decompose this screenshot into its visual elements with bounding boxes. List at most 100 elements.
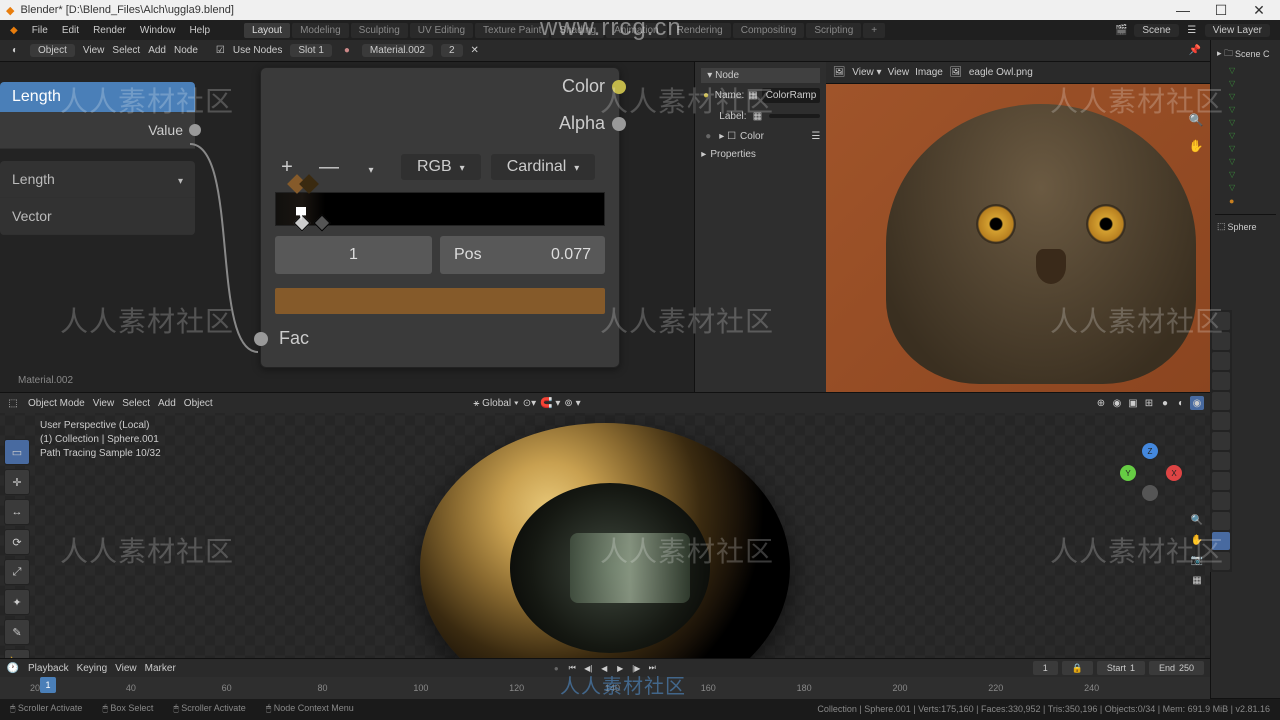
vp-object[interactable]: Object bbox=[184, 398, 213, 409]
menu-render[interactable]: Render bbox=[93, 25, 126, 36]
vp-select[interactable]: Select bbox=[122, 398, 150, 409]
prop-world-tab[interactable] bbox=[1212, 392, 1230, 410]
transform-tool[interactable]: ✦ bbox=[4, 589, 30, 615]
ne-node[interactable]: Node bbox=[174, 45, 198, 56]
prop-physics-tab[interactable] bbox=[1212, 472, 1230, 490]
keyframe-prev-icon[interactable]: ◀︎| bbox=[581, 661, 595, 675]
tab-rendering[interactable]: Rendering bbox=[669, 23, 731, 38]
ne-add[interactable]: Add bbox=[148, 45, 166, 56]
vp-view[interactable]: View bbox=[93, 398, 115, 409]
tab-modeling[interactable]: Modeling bbox=[292, 23, 349, 38]
node-name-field[interactable]: ColorRamp bbox=[762, 88, 821, 103]
play-icon[interactable]: ▶ bbox=[613, 661, 627, 675]
tl-playback[interactable]: Playback bbox=[28, 663, 69, 674]
prop-output-tab[interactable] bbox=[1212, 332, 1230, 350]
pan-viewport-icon[interactable]: ✋ bbox=[1190, 533, 1204, 547]
tl-marker[interactable]: Marker bbox=[145, 663, 176, 674]
overlay-toggle-icon[interactable]: ◉ bbox=[1110, 396, 1124, 410]
node-properties-row[interactable]: ▸ Properties bbox=[701, 146, 820, 163]
slot-select[interactable]: Slot 1 bbox=[290, 44, 332, 57]
length-node-header[interactable]: Length bbox=[0, 82, 195, 112]
shading-wire-icon[interactable]: ⊞ bbox=[1142, 396, 1156, 410]
length-node[interactable]: Length Value Length Vector bbox=[0, 82, 195, 235]
list-icon[interactable]: ☰ bbox=[811, 131, 820, 142]
minimize-button[interactable]: — bbox=[1168, 2, 1198, 18]
navigation-gizmo[interactable]: X Y Z bbox=[1120, 443, 1180, 503]
scene-field[interactable]: Scene bbox=[1134, 24, 1178, 37]
prop-object-tab[interactable] bbox=[1212, 412, 1230, 430]
color-ramp-node[interactable]: Color Alpha + — RGB Cardinal bbox=[260, 67, 620, 368]
ie-view[interactable]: View bbox=[888, 67, 910, 78]
jump-start-icon[interactable]: ⏮ bbox=[565, 661, 579, 675]
zoom-viewport-icon[interactable]: 🔍 bbox=[1190, 513, 1204, 527]
tab-animation[interactable]: Animation bbox=[606, 23, 666, 38]
cursor-tool[interactable]: ✛ bbox=[4, 469, 30, 495]
gizmo-toggle-icon[interactable]: ⊕ bbox=[1094, 396, 1108, 410]
camera-view-icon[interactable]: 📷 bbox=[1190, 553, 1204, 567]
viewport-canvas[interactable]: ▭ ✛ ↔ ⟳ ⤢ ✦ ✎ 📐 User Perspective (Local)… bbox=[0, 413, 1210, 658]
timeline-ruler[interactable]: 1 20 40 60 80 100 120 140 160 180 200 22… bbox=[0, 677, 1210, 699]
tab-sculpting[interactable]: Sculpting bbox=[351, 23, 408, 38]
proportional-toggle[interactable]: ⊚ ▾ bbox=[564, 398, 580, 409]
keyframe-next-icon[interactable]: |▶︎ bbox=[629, 661, 643, 675]
start-frame-field[interactable]: Start 1 bbox=[1097, 661, 1145, 675]
value-socket-icon[interactable] bbox=[189, 124, 201, 136]
fac-socket-icon[interactable] bbox=[254, 332, 268, 346]
tab-scripting[interactable]: Scripting bbox=[806, 23, 861, 38]
select-tool[interactable]: ▭ bbox=[4, 439, 30, 465]
current-frame-field[interactable]: 1 bbox=[1033, 661, 1058, 675]
end-frame-field[interactable]: End 250 bbox=[1149, 661, 1204, 675]
material-users[interactable]: 2 bbox=[441, 44, 463, 57]
timeline-icon[interactable]: 🕐 bbox=[6, 661, 20, 675]
shading-rendered-icon[interactable]: ◉ bbox=[1190, 396, 1204, 410]
tab-add[interactable]: + bbox=[863, 23, 885, 38]
prop-render-tab[interactable] bbox=[1212, 312, 1230, 330]
shader-node-editor[interactable]: Length Value Length Vector Color bbox=[0, 62, 694, 392]
snap-toggle[interactable]: 🧲 ▾ bbox=[540, 398, 560, 409]
material-unlink[interactable]: ✕ bbox=[471, 45, 479, 56]
prop-scene-tab[interactable] bbox=[1212, 372, 1230, 390]
tab-shading[interactable]: Shading bbox=[551, 23, 604, 38]
prop-texture-tab[interactable] bbox=[1212, 552, 1230, 570]
node-label-field[interactable] bbox=[769, 114, 821, 118]
measure-tool[interactable]: 📐 bbox=[4, 649, 30, 658]
playhead[interactable]: 1 bbox=[40, 677, 56, 693]
ramp-pos-field[interactable]: Pos 0.077 bbox=[440, 236, 605, 274]
image-mode[interactable]: View ▾ bbox=[852, 67, 881, 78]
alpha-socket-icon[interactable] bbox=[612, 117, 626, 131]
3d-editor-icon[interactable]: ⬚ bbox=[6, 396, 20, 410]
ramp-interp-select[interactable]: Cardinal bbox=[491, 154, 596, 180]
prop-material-tab[interactable] bbox=[1212, 532, 1230, 550]
prop-mesh-tab[interactable] bbox=[1212, 512, 1230, 530]
vp-add[interactable]: Add bbox=[158, 398, 176, 409]
length-type-select[interactable]: Length bbox=[0, 161, 195, 198]
maximize-button[interactable]: ☐ bbox=[1206, 2, 1236, 19]
image-editor-icon[interactable]: 🖼 bbox=[832, 66, 846, 80]
object-mode-select[interactable]: Object Mode bbox=[28, 398, 85, 409]
image-view[interactable]: 🔍 ✋ bbox=[826, 84, 1210, 392]
pivot-icon[interactable]: ⊙▾ bbox=[523, 398, 536, 409]
ramp-color-swatch[interactable] bbox=[275, 288, 605, 314]
rotate-tool[interactable]: ⟳ bbox=[4, 529, 30, 555]
tab-texpaint[interactable]: Texture Paint bbox=[475, 23, 549, 38]
ne-view[interactable]: View bbox=[83, 45, 105, 56]
orientation-select[interactable]: ⚹ Global ▾ bbox=[473, 398, 518, 409]
tab-layout[interactable]: Layout bbox=[244, 23, 290, 38]
ramp-remove-button[interactable]: — bbox=[317, 156, 341, 179]
move-tool[interactable]: ↔ bbox=[4, 499, 30, 525]
ne-select[interactable]: Select bbox=[112, 45, 140, 56]
shading-matprev-icon[interactable]: ◐ bbox=[1174, 396, 1188, 410]
prop-constraints-tab[interactable] bbox=[1212, 492, 1230, 510]
close-button[interactable]: ✕ bbox=[1244, 2, 1274, 19]
tab-compositing[interactable]: Compositing bbox=[733, 23, 805, 38]
ramp-index-field[interactable]: 1 bbox=[275, 236, 432, 274]
color-ramp-gradient[interactable] bbox=[275, 192, 605, 226]
ie-image[interactable]: Image bbox=[915, 67, 943, 78]
tl-keying[interactable]: Keying bbox=[77, 663, 108, 674]
menu-window[interactable]: Window bbox=[140, 25, 176, 36]
menu-help[interactable]: Help bbox=[189, 25, 210, 36]
node-color-row[interactable]: ● ▸ ☐ Color ☰ bbox=[701, 126, 820, 146]
node-panel-header[interactable]: ▾ Node bbox=[701, 68, 820, 83]
use-nodes-toggle[interactable]: Use Nodes bbox=[233, 45, 282, 56]
shader-editor-icon[interactable]: ◐ bbox=[8, 44, 22, 58]
